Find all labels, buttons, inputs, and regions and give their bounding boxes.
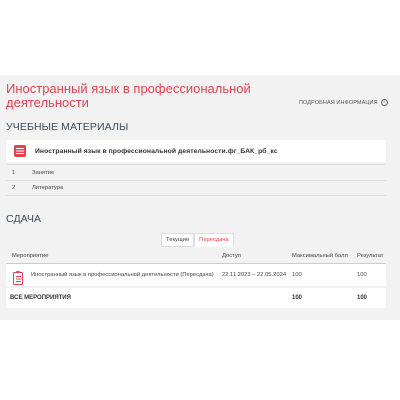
clipboard-icon (13, 270, 23, 285)
total-row: ВСЕ МЕРОПРИЯТИЯ 100 100 (6, 288, 386, 308)
tab-retake[interactable]: Пересдача (194, 233, 234, 247)
list-item-label: Занятие (32, 169, 55, 176)
list-item-lessons[interactable]: 1 Занятие (6, 164, 386, 180)
submission-tabs: Текущие Пересдача (161, 233, 234, 247)
list-item-number: 2 (12, 185, 16, 191)
course-materials-label: Иностранный язык в профессиональной деят… (35, 147, 278, 155)
course-materials-card[interactable]: Иностранный язык в профессиональной деят… (6, 140, 386, 162)
row-max-score: 100 (292, 272, 302, 278)
page-canvas: Иностранный язык в профессиональной деят… (0, 0, 400, 400)
column-access: Доступ (222, 253, 241, 259)
document-icon (14, 145, 26, 157)
submission-heading: СДАЧА (6, 213, 42, 225)
row-event: Иностранный язык в профессиональной деят… (31, 272, 214, 278)
column-max-score: Максимальный балл (292, 253, 348, 259)
column-result: Результат (357, 253, 384, 259)
total-max-score: 100 (292, 295, 303, 301)
total-label: ВСЕ МЕРОПРИЯТИЯ (10, 295, 71, 301)
more-info-label: ПОДРОБНАЯ ИНФОРМАЦИЯ (299, 99, 378, 106)
page-title: Иностранный язык в профессиональной деят… (6, 81, 251, 110)
row-result: 100 (357, 272, 367, 278)
row-access: 22.11.2023 – 22.05.2024 (222, 272, 287, 278)
materials-heading: УЧЕБНЫЕ МАТЕРИАЛЫ (6, 121, 129, 133)
column-event: Мероприятие (12, 253, 49, 259)
total-result: 100 (357, 295, 368, 301)
tab-current[interactable]: Текущие (161, 233, 195, 247)
table-header: Мероприятие Доступ Максимальный балл Рез… (6, 250, 386, 264)
table-row[interactable]: Иностранный язык в профессиональной деят… (6, 264, 386, 286)
list-item-number: 1 (12, 169, 16, 176)
more-info-link[interactable]: ПОДРОБНАЯ ИНФОРМАЦИЯ i (299, 99, 388, 106)
info-icon: i (380, 99, 388, 106)
list-item-literature[interactable]: 2 Литература (6, 180, 386, 196)
list-item-label: Литература (32, 185, 64, 191)
